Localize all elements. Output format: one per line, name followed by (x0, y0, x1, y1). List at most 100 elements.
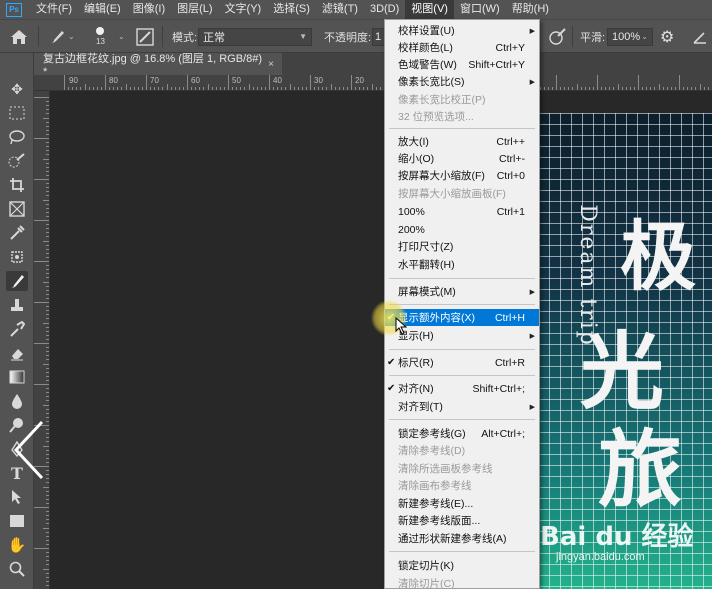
view-menu-item-shortcut: Ctrl++ (496, 135, 525, 148)
home-icon[interactable] (10, 20, 28, 53)
view-menu-item[interactable]: 清除所选画板参考线 (385, 460, 539, 477)
view-menu-item[interactable]: 清除参考线(D) (385, 442, 539, 459)
view-menu-item[interactable]: ✔ 标尺(R) Ctrl+R (385, 354, 539, 371)
path-selection-tool-icon[interactable] (6, 487, 28, 507)
view-menu-item[interactable]: 100% Ctrl+1 (385, 203, 539, 220)
ruler-tick (46, 437, 49, 439)
view-menu-item[interactable]: 校样颜色(L) Ctrl+Y (385, 39, 539, 56)
rectangle-tool-icon[interactable] (6, 511, 28, 531)
frame-tool-icon[interactable] (6, 199, 28, 219)
history-brush-tool-icon[interactable] (6, 319, 28, 339)
view-menu-item-label: 像素长宽比校正(P) (398, 94, 486, 106)
view-menu-item-shortcut: Ctrl+R (494, 356, 525, 369)
menu-image[interactable]: 图像(I) (127, 0, 171, 19)
view-menu-item[interactable]: 色域警告(W) Shift+Ctrl+Y (385, 56, 539, 73)
ruler-tick (560, 87, 562, 90)
ruler-tick (162, 87, 164, 90)
view-menu-item[interactable]: 对齐到(T) ▶ (385, 398, 539, 415)
ruler-tick (46, 314, 49, 316)
view-menu-item[interactable]: 200% (385, 221, 539, 238)
horizontal-ruler[interactable]: 90 80 70 60 50 40 30 20 10 (34, 75, 712, 91)
view-menu-item[interactable]: 屏幕模式(M) ▶ (385, 283, 539, 300)
hand-tool-icon[interactable]: ✋ (6, 535, 28, 555)
ruler-tick (605, 87, 607, 90)
ruler-tick (46, 375, 49, 377)
ruler-tick (133, 87, 135, 90)
menu-help[interactable]: 帮助(H) (506, 0, 555, 19)
gradient-tool-icon[interactable] (6, 367, 28, 387)
healing-brush-tool-icon[interactable] (6, 247, 28, 267)
ruler-tick (46, 121, 49, 123)
menu-type[interactable]: 文字(Y) (219, 0, 268, 19)
ruler-tick (46, 502, 49, 504)
ruler-tick (34, 97, 49, 98)
view-menu-item[interactable]: 按屏幕大小缩放(F) Ctrl+0 (385, 167, 539, 184)
view-menu-item[interactable]: 锁定参考线(G) Alt+Ctrl+; (385, 425, 539, 442)
brush-size-picker[interactable]: 13 (96, 20, 105, 53)
view-menu-item[interactable]: 新建参考线版面... (385, 512, 539, 529)
vertical-ruler[interactable] (34, 91, 50, 589)
pressure-opacity-icon[interactable] (548, 20, 566, 53)
view-menu-item[interactable]: 水平翻转(H) (385, 256, 539, 273)
blend-mode-dropdown[interactable]: 正常 ▼ (198, 27, 312, 46)
view-menu-item[interactable]: 32 位预览选项... (385, 108, 539, 125)
document-tab[interactable]: 复古边框花纹.jpg @ 16.8% (图层 1, RGB/8#) * × (34, 53, 282, 78)
ruler-tick (121, 87, 123, 90)
clone-stamp-tool-icon[interactable] (6, 295, 28, 315)
view-menu-item-shortcut: Ctrl+Y (495, 41, 525, 54)
view-menu-item-label: 打印尺寸(Z) (398, 241, 454, 253)
menu-file[interactable]: 文件(F) (30, 0, 78, 19)
menu-select[interactable]: 选择(S) (267, 0, 316, 19)
menu-view[interactable]: 视图(V) (405, 0, 454, 19)
menu-edit[interactable]: 编辑(E) (78, 0, 127, 19)
view-menu-item[interactable]: 打印尺寸(Z) (385, 238, 539, 255)
smoothing-input[interactable]: 100% ⌄ (607, 27, 653, 46)
brush-settings-panel-icon[interactable] (136, 20, 154, 53)
brush-tool-icon[interactable] (6, 271, 28, 291)
view-menu-item[interactable]: 清除切片(C) (385, 575, 539, 588)
move-tool-icon[interactable]: ✥ (6, 79, 28, 99)
view-menu-item[interactable]: ✔显示额外内容(X)Ctrl+H (385, 309, 539, 326)
view-menu-item[interactable]: 锁定切片(K) (385, 557, 539, 574)
close-icon[interactable]: × (268, 59, 274, 70)
view-menu-item[interactable]: 放大(I) Ctrl++ (385, 133, 539, 150)
eyedropper-tool-icon[interactable] (6, 223, 28, 243)
lasso-tool-icon[interactable] (6, 127, 28, 147)
menu-layer[interactable]: 图层(L) (171, 0, 218, 19)
canvas-area[interactable]: 极 光 旅 Dream trip Bai du 经验 jingyan.baidu… (50, 91, 712, 589)
ruler-tick (46, 347, 49, 349)
brush-tool-preset-icon[interactable]: ⌄ (48, 20, 75, 53)
view-menu-item[interactable]: 清除画布参考线 (385, 477, 539, 494)
ruler-tick (625, 87, 627, 90)
ruler-tick (43, 404, 49, 406)
view-menu-item[interactable]: ✔ 对齐(N) Shift+Ctrl+; (385, 380, 539, 397)
gear-icon[interactable]: ⚙ (660, 20, 674, 53)
quick-selection-tool-icon[interactable] (6, 151, 28, 171)
view-menu-item[interactable]: 通过形状新建参考线(A) (385, 530, 539, 547)
crop-tool-icon[interactable] (6, 175, 28, 195)
view-menu-item[interactable]: 像素长宽比(S) ▶ (385, 73, 539, 90)
ruler-tick (46, 449, 49, 451)
view-menu-item[interactable]: 像素长宽比校正(P) (385, 91, 539, 108)
menu-window[interactable]: 窗口(W) (454, 0, 506, 19)
ruler-tick (691, 87, 693, 90)
view-menu-item[interactable]: 显示(H) ▶ (385, 327, 539, 344)
ruler-tick (666, 87, 668, 90)
menu-separator (389, 304, 535, 305)
view-menu-item[interactable]: 按屏幕大小缩放画板(F) (385, 185, 539, 202)
chevron-down-icon[interactable]: ⌄ (118, 20, 125, 53)
menu-3d[interactable]: 3D(D) (364, 0, 405, 19)
menu-filter[interactable]: 滤镜(T) (316, 0, 364, 19)
menu-separator (389, 349, 535, 350)
view-menu-item[interactable]: 缩小(O) Ctrl+- (385, 150, 539, 167)
separator (38, 26, 39, 47)
marquee-tool-icon[interactable] (6, 103, 28, 123)
view-menu-item[interactable]: 新建参考线(E)... (385, 495, 539, 512)
chevron-left-icon[interactable] (12, 420, 46, 480)
blur-tool-icon[interactable] (6, 391, 28, 411)
angle-icon[interactable] (692, 20, 708, 53)
ruler-tick (170, 87, 172, 90)
view-menu-item[interactable]: 校样设置(U) ▶ (385, 22, 539, 39)
zoom-tool-icon[interactable] (6, 559, 28, 579)
eraser-tool-icon[interactable] (6, 343, 28, 363)
